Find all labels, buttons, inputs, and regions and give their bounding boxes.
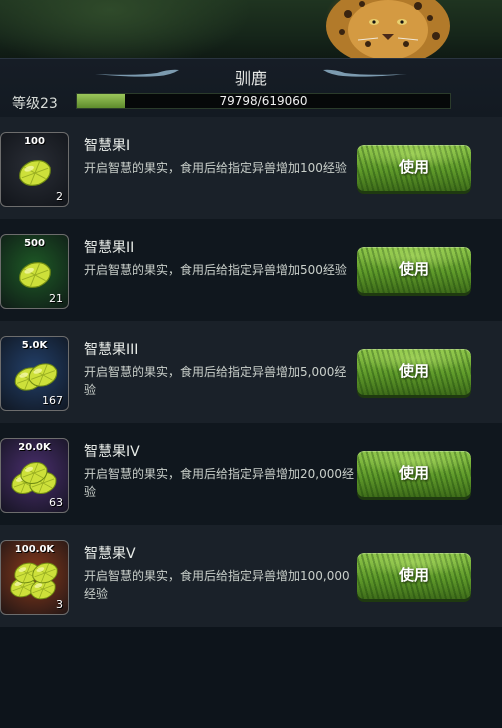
use-button[interactable]: 使用 (357, 349, 471, 395)
xp-text: 79798/619060 (219, 94, 308, 108)
item-description: 开启智慧的果实，食用后给指定异兽增加100经验 (84, 161, 347, 175)
use-button[interactable]: 使用 (357, 451, 471, 497)
pet-name: 驯鹿 (234, 69, 267, 88)
starfruit-icon (10, 562, 58, 600)
item-description: 开启智慧的果实，食用后给指定异兽增加5,000经验 (84, 365, 347, 397)
item-count: 167 (42, 394, 63, 407)
item-name: 智慧果V (84, 546, 136, 562)
item-list: 100 2 智慧果I 开启智慧的果实，食用后给指定异兽增加100经验 使用 50… (0, 117, 502, 627)
level-label: 等级23 (12, 96, 58, 112)
item-value-badge: 100 (24, 136, 45, 147)
item-description: 开启智慧的果实，食用后给指定异兽增加500经验 (84, 263, 347, 277)
list-item: 5.0K 167 智慧果III 开启智慧的果实，食用后给指定异兽增加5,000经… (0, 321, 502, 423)
item-icon[interactable]: 20.0K 63 (0, 438, 69, 513)
top-banner (0, 0, 502, 58)
item-value-badge: 500 (24, 238, 45, 249)
pet-header: 驯鹿 等级23 79798/619060 (0, 58, 502, 117)
ornament-right-icon (323, 69, 407, 77)
item-value-badge: 100.0K (14, 544, 55, 555)
item-description: 开启智慧的果实，食用后给指定异兽增加100,000经验 (84, 569, 350, 601)
item-count: 3 (56, 598, 63, 611)
list-item: 500 21 智慧果II 开启智慧的果实，食用后给指定异兽增加500经验 使用 (0, 219, 502, 321)
item-description: 开启智慧的果实，食用后给指定异兽增加20,000经验 (84, 467, 354, 499)
item-count: 63 (49, 496, 63, 509)
use-button[interactable]: 使用 (357, 553, 471, 599)
list-item: 100.0K 3 智慧果V 开启智慧的果实，食用后给指定异兽增加100,000经… (0, 525, 502, 627)
item-name: 智慧果IV (84, 444, 140, 460)
list-item: 20.0K 63 智慧果IV 开启智慧的果实，食用后给指定异兽增加20,000经… (0, 423, 502, 525)
xp-bar: 79798/619060 (76, 93, 451, 109)
item-count: 21 (49, 292, 63, 305)
use-button[interactable]: 使用 (357, 247, 471, 293)
item-name: 智慧果I (84, 138, 131, 154)
item-name: 智慧果II (84, 240, 135, 256)
item-count: 2 (56, 190, 63, 203)
use-button[interactable]: 使用 (357, 145, 471, 191)
list-item: 100 2 智慧果I 开启智慧的果实，食用后给指定异兽增加100经验 使用 (0, 117, 502, 219)
item-value-badge: 20.0K (18, 442, 51, 453)
item-icon[interactable]: 100 2 (0, 132, 69, 207)
starfruit-icon (19, 160, 51, 186)
item-icon[interactable]: 5.0K 167 (0, 336, 69, 411)
leopard-image (326, 0, 450, 58)
item-icon[interactable]: 100.0K 3 (0, 540, 69, 615)
item-name: 智慧果III (84, 342, 139, 358)
item-value-badge: 5.0K (21, 340, 48, 351)
item-icon[interactable]: 500 21 (0, 234, 69, 309)
